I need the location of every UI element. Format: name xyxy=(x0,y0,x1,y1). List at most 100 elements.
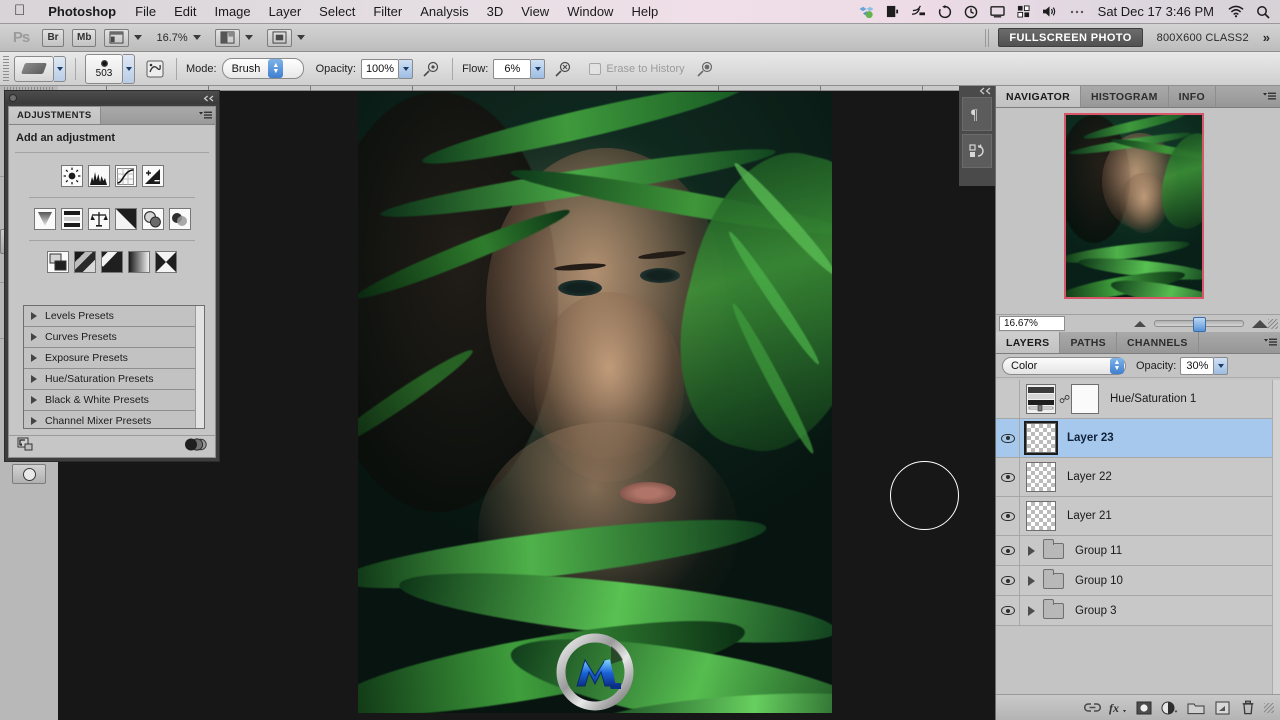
folder-icon[interactable] xyxy=(1043,568,1064,589)
preset-channel-mixer[interactable]: Channel Mixer Presets xyxy=(24,411,195,428)
chevron-right-icon[interactable] xyxy=(31,333,37,341)
erase-to-history-box[interactable] xyxy=(589,62,602,75)
layer-list[interactable]: ☍ Hue/Saturation 1 Layer 23 Layer 22 Lay… xyxy=(996,380,1280,694)
flow-field-group[interactable]: 6% xyxy=(493,58,546,79)
volume-icon[interactable] xyxy=(1036,5,1064,18)
add-layer-style-icon[interactable]: fx xyxy=(1105,697,1131,719)
workspace-overflow-chevron-icon[interactable]: » xyxy=(1263,30,1270,45)
chevron-right-icon[interactable] xyxy=(1028,575,1035,586)
toggle-brush-panel-icon[interactable] xyxy=(143,57,167,81)
layer-visibility-toggle[interactable] xyxy=(996,596,1020,625)
zoom-out-icon[interactable] xyxy=(1134,320,1146,327)
eye-icon[interactable] xyxy=(1000,511,1015,521)
eye-icon[interactable] xyxy=(1000,546,1015,555)
blend-mode-select[interactable]: Color ▲ ▼ xyxy=(1002,356,1126,375)
presets-scrollbar[interactable] xyxy=(195,306,204,428)
display-icon[interactable] xyxy=(984,5,1011,18)
chevron-right-icon[interactable] xyxy=(31,417,37,425)
channel-mixer-icon[interactable] xyxy=(168,208,191,230)
sync-icon[interactable] xyxy=(932,4,958,19)
dropbox-icon[interactable] xyxy=(853,5,880,19)
network-icon[interactable] xyxy=(1011,5,1036,18)
tab-paths[interactable]: PATHS xyxy=(1060,332,1117,353)
layer-name[interactable]: Group 10 xyxy=(1075,575,1123,587)
toggle-layer-visibility-icon[interactable] xyxy=(185,437,207,456)
adjustment-presets-list[interactable]: Levels Presets Curves Presets Exposure P… xyxy=(23,305,205,429)
return-to-adjustment-list-icon[interactable] xyxy=(17,437,34,457)
zoom-slider-knob[interactable] xyxy=(1193,317,1206,332)
black-white-icon[interactable] xyxy=(114,208,137,230)
launch-bridge-button[interactable]: Br xyxy=(42,28,64,47)
zoom-level-label[interactable]: 16.7% xyxy=(156,32,187,44)
link-layers-icon[interactable] xyxy=(1079,697,1105,719)
airbrush-icon[interactable] xyxy=(551,57,575,81)
workspace-fullscreen-photo-button[interactable]: FULLSCREEN PHOTO xyxy=(998,28,1143,47)
table-row[interactable]: Layer 22 xyxy=(996,458,1280,497)
airplay-icon[interactable] xyxy=(905,5,932,18)
arrange-documents-group[interactable] xyxy=(209,28,253,47)
opacity-field-group[interactable]: 30% xyxy=(1180,356,1229,375)
chevron-right-icon[interactable] xyxy=(1028,605,1035,616)
layer-name[interactable]: Hue/Saturation 1 xyxy=(1110,393,1196,405)
table-row[interactable]: Group 10 xyxy=(996,566,1280,596)
eraser-tool-icon[interactable] xyxy=(14,55,54,82)
menu-image[interactable]: Image xyxy=(206,4,260,19)
chevron-right-icon[interactable] xyxy=(31,396,37,404)
menu-layer[interactable]: Layer xyxy=(260,4,311,19)
folder-icon[interactable] xyxy=(1043,598,1064,619)
layer-visibility-toggle[interactable] xyxy=(996,497,1020,535)
layer-visibility-toggle[interactable] xyxy=(996,536,1020,565)
layer-name[interactable]: Layer 22 xyxy=(1067,471,1112,483)
delete-layer-icon[interactable] xyxy=(1235,697,1261,719)
table-row[interactable]: Layer 23 xyxy=(996,419,1280,458)
panel-menu-icon[interactable] xyxy=(195,107,215,124)
layer-visibility-toggle[interactable] xyxy=(996,458,1020,496)
opacity-chevron-down-icon[interactable] xyxy=(1214,356,1229,375)
layer-name[interactable]: Group 3 xyxy=(1075,605,1117,617)
current-tool-picker[interactable] xyxy=(14,55,66,82)
timemachine-icon[interactable] xyxy=(958,5,984,19)
panel-resize-grip[interactable] xyxy=(1268,318,1278,329)
layer-mask-link-icon[interactable]: ☍ xyxy=(1059,393,1070,406)
tab-histogram[interactable]: HISTOGRAM xyxy=(1081,86,1169,107)
preset-black-white[interactable]: Black & White Presets xyxy=(24,390,195,411)
clock[interactable]: Sat Dec 17 3:46 PM xyxy=(1090,4,1222,19)
screen-mode-group[interactable] xyxy=(261,28,305,47)
layer-name[interactable]: Layer 23 xyxy=(1067,432,1114,444)
folder-icon[interactable] xyxy=(1043,538,1064,559)
bluetooth-icon[interactable] xyxy=(1064,7,1090,17)
workspace-grip[interactable] xyxy=(985,28,991,47)
zoom-chevron-down-icon[interactable] xyxy=(192,35,201,40)
collapse-icons-icon[interactable] xyxy=(959,86,995,95)
collapse-panel-icon[interactable] xyxy=(203,89,215,107)
launch-mini-bridge-button[interactable]: Mb xyxy=(72,28,97,47)
menu-file[interactable]: File xyxy=(126,4,165,19)
menu-filter[interactable]: Filter xyxy=(364,4,411,19)
opacity-input[interactable]: 100% xyxy=(360,58,400,79)
screen-mode-icon[interactable] xyxy=(266,28,292,47)
brush-preset-icon[interactable]: 503 xyxy=(85,53,123,84)
spotlight-search-icon[interactable] xyxy=(1250,5,1280,19)
erase-to-history-checkbox[interactable]: Erase to History xyxy=(589,62,685,75)
layer-visibility-toggle[interactable] xyxy=(996,380,1020,418)
layer-name[interactable]: Layer 21 xyxy=(1067,510,1112,522)
layer-thumbnail[interactable] xyxy=(1026,501,1056,531)
tab-navigator[interactable]: NAVIGATOR xyxy=(996,86,1081,107)
color-balance-icon[interactable] xyxy=(87,208,110,230)
layer-thumbnail[interactable] xyxy=(1026,384,1056,414)
chevron-right-icon[interactable] xyxy=(31,375,37,383)
gradient-map-icon[interactable] xyxy=(128,251,150,273)
paragraph-panel-icon[interactable]: ¶ xyxy=(962,97,992,131)
menu-edit[interactable]: Edit xyxy=(165,4,205,19)
eye-icon[interactable] xyxy=(1000,433,1015,443)
eye-icon[interactable] xyxy=(1000,472,1015,482)
preset-curves[interactable]: Curves Presets xyxy=(24,327,195,348)
battery-icon[interactable] xyxy=(880,5,905,18)
panel-menu-icon[interactable] xyxy=(1258,86,1280,107)
new-layer-icon[interactable] xyxy=(1209,697,1235,719)
levels-icon[interactable] xyxy=(87,165,110,187)
table-row[interactable]: ☍ Hue/Saturation 1 xyxy=(996,380,1280,419)
tool-preset-chevron-down-icon[interactable] xyxy=(54,55,66,82)
document-image[interactable] xyxy=(358,92,832,713)
opacity-chevron-down-icon[interactable] xyxy=(399,58,414,79)
